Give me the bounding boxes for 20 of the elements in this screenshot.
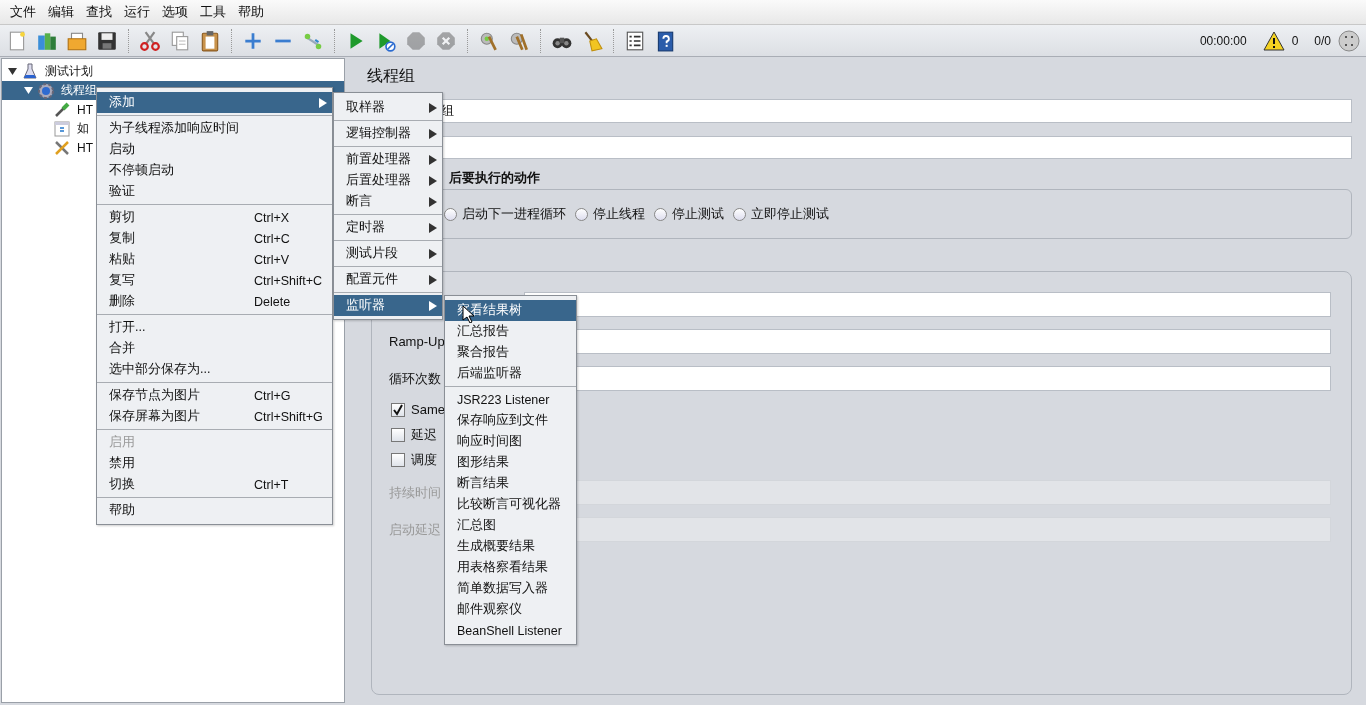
panel-title: 线程组 — [367, 66, 415, 86]
field-label: Ramp-Up — [389, 334, 445, 349]
error-count: 0 — [1291, 33, 1299, 48]
shortcut-label: Ctrl+X — [254, 210, 290, 225]
elapsed-time: 00:00:00 — [1199, 33, 1247, 48]
field-label: 循环次数 — [389, 369, 441, 388]
checkbox-label: 调度 — [411, 450, 437, 469]
shortcut-label: Ctrl+V — [254, 252, 290, 267]
shortcut-label: Ctrl+Shift+G — [254, 409, 323, 424]
shortcut-label: Ctrl+G — [254, 388, 291, 403]
field-label: 启动延迟 — [389, 520, 441, 539]
field-label: 持续时间 — [389, 483, 441, 502]
shortcut-label: Ctrl+C — [254, 231, 290, 246]
shortcut-label: Delete — [254, 294, 291, 309]
checkbox-label: Same — [411, 402, 445, 417]
shortcut-label: Ctrl+T — [254, 477, 289, 492]
checkbox-label: 延迟 — [411, 425, 437, 444]
shortcut-label: Ctrl+Shift+C — [254, 273, 323, 288]
thread-count: 0/0 — [1314, 33, 1331, 48]
section-heading: 后要执行的动作 — [449, 169, 540, 187]
